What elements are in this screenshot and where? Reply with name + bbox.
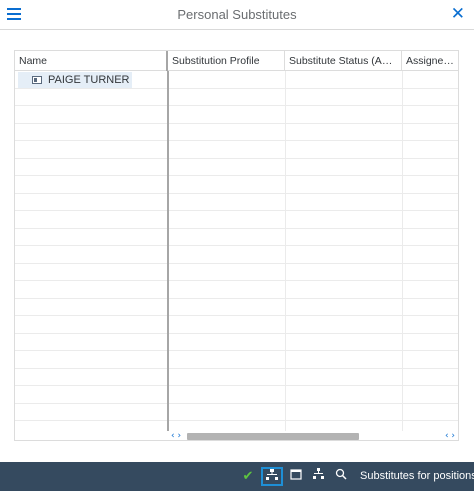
column-header-substitution-profile[interactable]: Substitution Profile <box>168 51 285 71</box>
scroll-left-icon[interactable]: ‹ › <box>171 431 181 440</box>
table-row <box>15 351 458 369</box>
column-header-assigned[interactable]: Assigned... <box>402 51 458 71</box>
table-row <box>15 159 458 176</box>
window-title: Personal Substitutes <box>177 7 297 22</box>
table-row <box>15 194 458 211</box>
substitutes-for-positions-button[interactable]: Substitutes for positions <box>360 470 474 482</box>
tree-node-label: PAIGE TURNER <box>48 74 130 86</box>
scroll-right-icon[interactable]: ‹ › <box>445 431 455 440</box>
table-row <box>15 106 458 124</box>
hierarchy-icon-glyph <box>266 469 278 480</box>
tree-node-row[interactable]: PAIGE TURNER <box>18 72 132 88</box>
table-row <box>15 299 458 316</box>
table-row <box>15 229 458 246</box>
scrollbar-thumb[interactable] <box>187 433 359 440</box>
zoom-icon-glyph <box>335 468 347 480</box>
table-row <box>15 246 458 264</box>
substitutes-table: Name Substitution Profile Substitute Sta… <box>14 50 459 441</box>
zoom-icon[interactable] <box>332 468 350 485</box>
column-divider[interactable] <box>167 71 169 431</box>
table-row <box>15 316 458 334</box>
hierarchy-icon[interactable] <box>261 467 283 486</box>
person-card-icon <box>32 76 42 84</box>
column-divider <box>285 71 286 431</box>
table-row <box>15 404 458 421</box>
table-row <box>15 141 458 159</box>
org-tree-icon[interactable] <box>309 468 327 485</box>
table-row <box>15 89 458 106</box>
close-icon[interactable]: ✕ <box>451 5 465 23</box>
table-header: Name Substitution Profile Substitute Sta… <box>15 51 458 71</box>
table-row <box>15 211 458 229</box>
org-tree-icon-glyph <box>312 468 324 479</box>
column-header-substitute-status[interactable]: Substitute Status (Acti... <box>285 51 402 71</box>
footer-toolbar: ✔ Substitutes for positions <box>0 462 474 491</box>
table-row <box>15 386 458 404</box>
checkmark-icon[interactable]: ✔ <box>239 468 257 485</box>
calendar-icon-glyph <box>290 469 302 480</box>
table-row <box>15 281 458 299</box>
title-bar: Personal Substitutes ✕ <box>0 0 474 30</box>
table-row <box>15 264 458 281</box>
column-divider <box>402 71 403 431</box>
table-body <box>15 71 458 431</box>
horizontal-scrollbar[interactable]: ‹ › ‹ › <box>168 431 458 440</box>
column-header-name[interactable]: Name <box>15 51 168 71</box>
table-row <box>15 334 458 351</box>
table-row <box>15 124 458 141</box>
calendar-icon[interactable] <box>287 468 305 485</box>
table-row <box>15 176 458 194</box>
table-row <box>15 369 458 386</box>
